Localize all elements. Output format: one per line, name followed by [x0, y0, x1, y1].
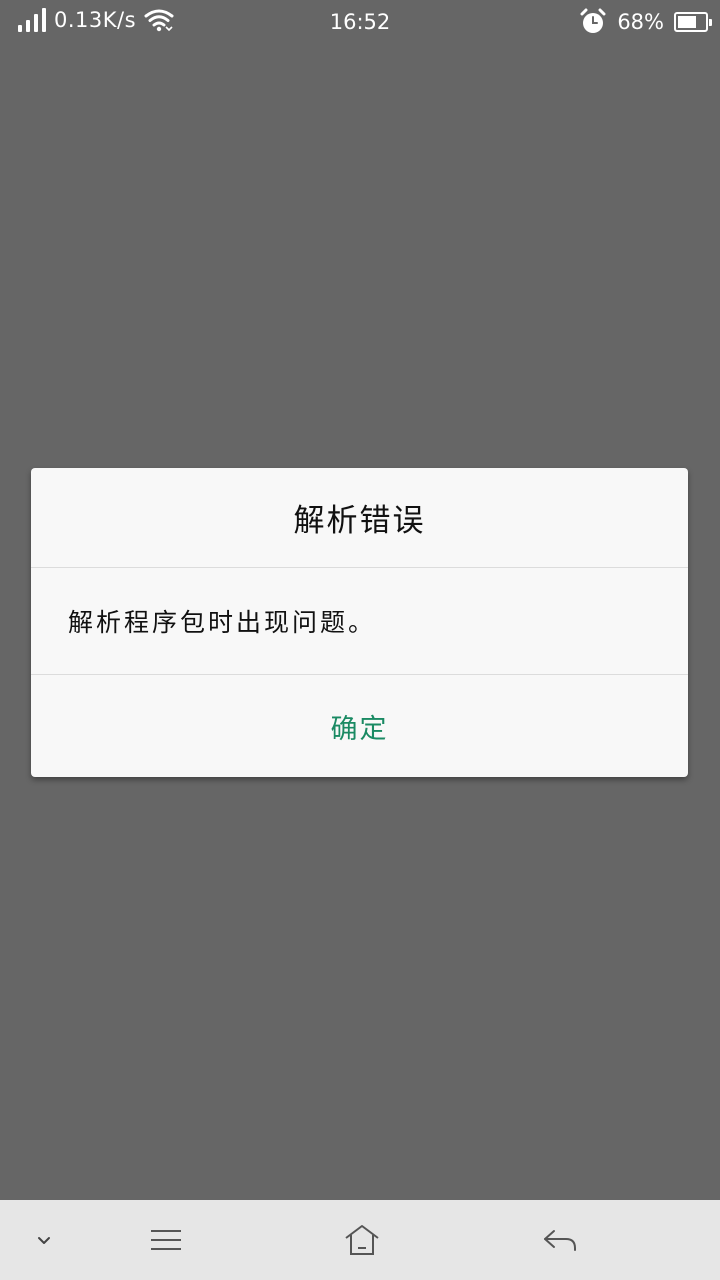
home-icon: [345, 1225, 379, 1255]
menu-icon: [151, 1230, 181, 1250]
battery-percent: 68%: [617, 10, 664, 34]
battery-icon: [674, 12, 712, 32]
alarm-icon: [580, 8, 606, 33]
dialog-message: 解析程序包时出现问题。: [31, 568, 688, 675]
dialog-title: 解析错误: [31, 468, 688, 568]
back-button[interactable]: [524, 1200, 596, 1280]
home-button[interactable]: [326, 1200, 398, 1280]
confirm-button[interactable]: 确定: [31, 675, 688, 777]
status-right: 68%: [579, 8, 712, 36]
navigation-bar: [0, 1200, 720, 1280]
parse-error-dialog: 解析错误 解析程序包时出现问题。 确定: [31, 468, 688, 777]
screen: 0.13K/s 16:52 68% 解析错误 解析程序包时出现问题。 确定: [0, 0, 720, 1280]
back-icon: [544, 1230, 576, 1251]
menu-button[interactable]: [130, 1200, 202, 1280]
battery-fill: [678, 16, 696, 28]
collapse-chevron-icon: [38, 1237, 50, 1244]
collapse-button[interactable]: [14, 1200, 74, 1280]
status-bar: 0.13K/s 16:52 68%: [0, 0, 720, 48]
